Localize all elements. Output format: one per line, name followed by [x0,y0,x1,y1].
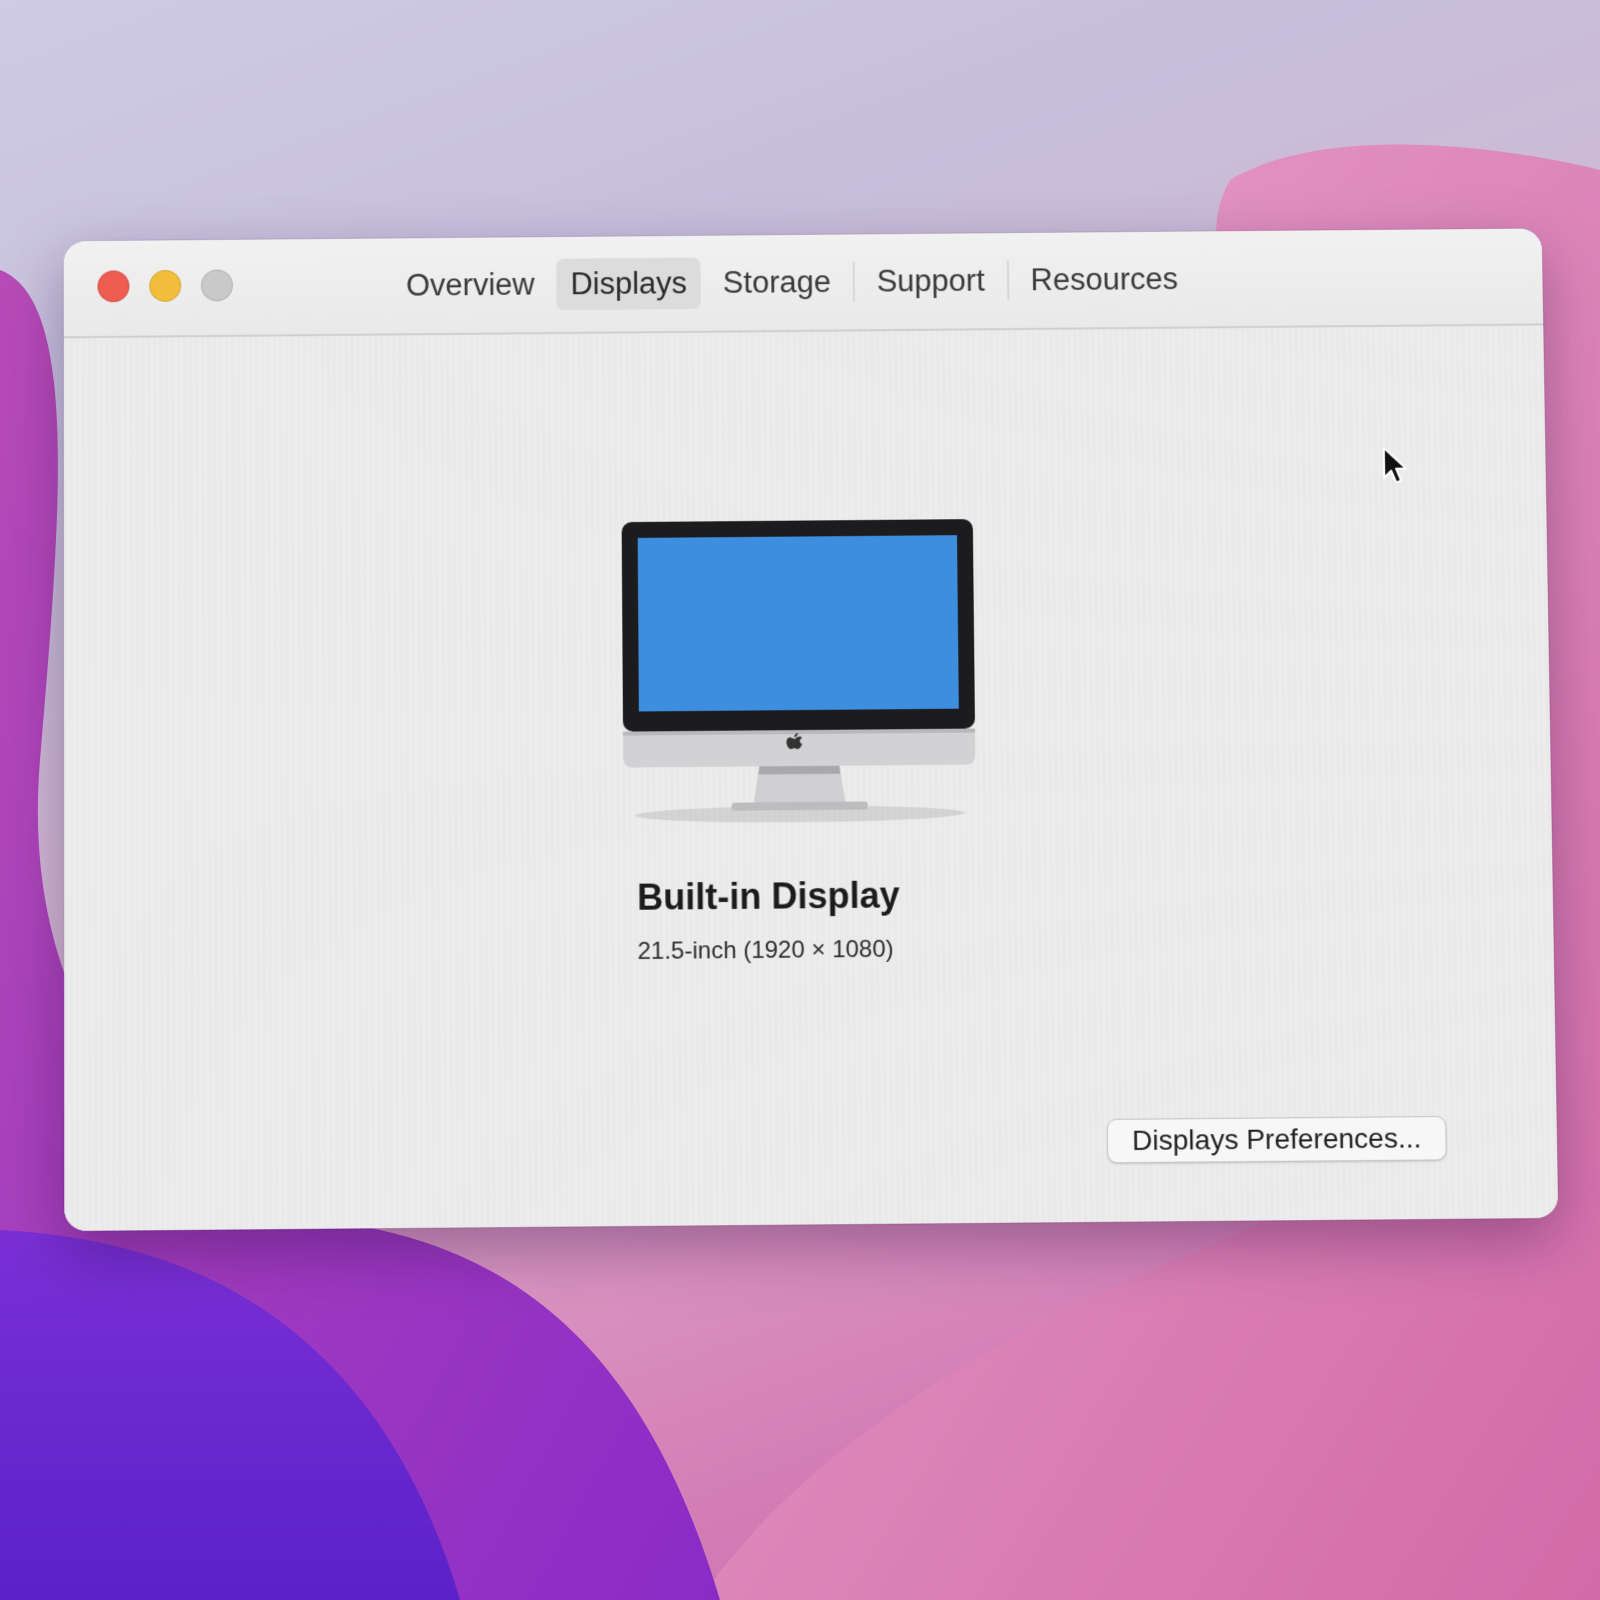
window-titlebar: Overview Displays Storage Support Resour… [63,228,1544,339]
display-name: Built-in Display [637,874,900,918]
tab-resources[interactable]: Resources [1016,253,1192,306]
displays-panel: Built-in Display 21.5-inch (1920 × 1080)… [63,325,1559,1232]
tab-divider [852,262,855,302]
close-button[interactable] [97,270,130,303]
zoom-button[interactable] [201,269,233,302]
mouse-pointer-icon [1382,446,1409,486]
display-specs: 21.5-inch (1920 × 1080) [637,935,894,966]
window-controls [97,269,233,303]
tab-support[interactable]: Support [863,255,999,308]
tab-displays[interactable]: Displays [556,257,702,311]
tab-bar: Overview Displays Storage Support Resour… [392,253,1192,311]
about-this-mac-window: Overview Displays Storage Support Resour… [63,228,1559,1232]
tab-divider [1006,260,1009,301]
tab-overview[interactable]: Overview [392,259,549,312]
tab-storage[interactable]: Storage [709,256,845,309]
minimize-button[interactable] [149,269,182,302]
imac-icon [621,519,976,822]
displays-preferences-button[interactable]: Displays Preferences... [1106,1115,1447,1164]
